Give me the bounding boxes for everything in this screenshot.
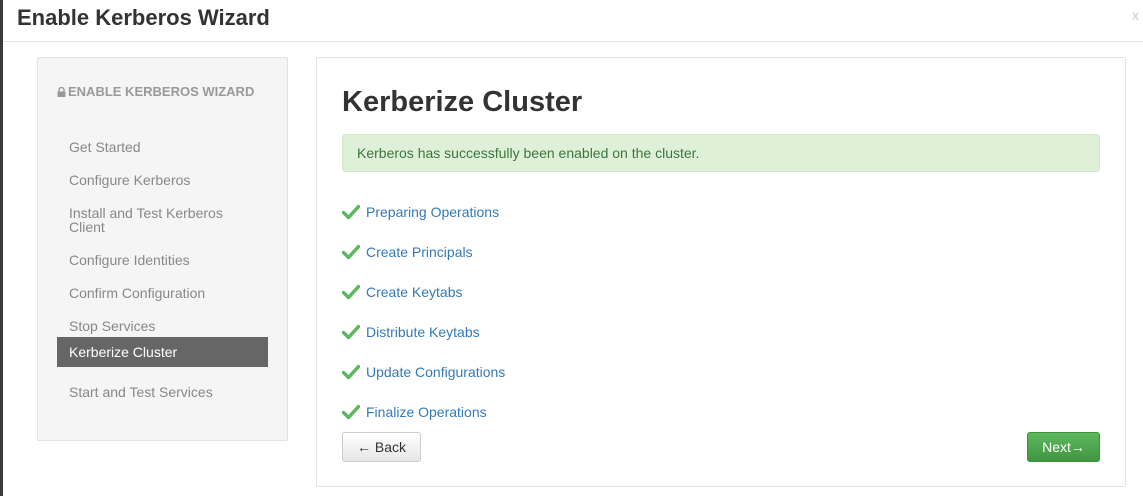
sidebar-item-configure-kerberos[interactable]: Configure Kerberos (57, 165, 268, 195)
task-link-update-configurations[interactable]: Update Configurations (366, 364, 505, 380)
sidebar-item-configure-identities[interactable]: Configure Identities (57, 245, 268, 275)
wizard-sidebar: ENABLE KERBEROS WIZARD Get Started Confi… (37, 57, 288, 441)
modal-header: Enable Kerberos Wizard x (3, 0, 1143, 42)
task-link-create-keytabs[interactable]: Create Keytabs (366, 284, 463, 300)
sidebar-item-kerberize-cluster[interactable]: Kerberize Cluster (57, 337, 268, 367)
sidebar-item-confirm-configuration[interactable]: Confirm Configuration (57, 278, 268, 308)
check-icon (342, 204, 360, 220)
task-row: Create Principals (342, 242, 473, 262)
sidebar-item-start-test-services[interactable]: Start and Test Services (57, 377, 268, 407)
next-button[interactable]: Next→ (1027, 432, 1100, 462)
check-icon (342, 404, 360, 420)
task-row: Distribute Keytabs (342, 322, 480, 342)
task-row: Update Configurations (342, 362, 505, 382)
sidebar-item-get-started[interactable]: Get Started (57, 132, 268, 162)
sidebar-header-label: ENABLE KERBEROS WIZARD (68, 84, 255, 99)
task-link-finalize-operations[interactable]: Finalize Operations (366, 404, 487, 420)
task-link-preparing-operations[interactable]: Preparing Operations (366, 204, 499, 220)
task-link-create-principals[interactable]: Create Principals (366, 244, 473, 260)
background-edge (0, 0, 3, 496)
modal-title: Enable Kerberos Wizard (17, 5, 270, 30)
lock-icon (57, 83, 66, 103)
success-alert: Kerberos has successfully been enabled o… (342, 134, 1100, 172)
task-row: Preparing Operations (342, 202, 499, 222)
task-row: Create Keytabs (342, 282, 463, 302)
back-button[interactable]: ← Back (342, 432, 421, 462)
sidebar-header: ENABLE KERBEROS WIZARD (57, 82, 267, 103)
page-title: Kerberize Cluster (342, 86, 583, 118)
task-link-distribute-keytabs[interactable]: Distribute Keytabs (366, 324, 480, 340)
content-panel: Kerberize Cluster Kerberos has successfu… (316, 57, 1126, 487)
close-button[interactable]: x (1132, 7, 1139, 23)
check-icon (342, 244, 360, 260)
sidebar-item-install-test-client[interactable]: Install and Test Kerberos Client (57, 198, 268, 242)
task-row: Finalize Operations (342, 402, 487, 422)
check-icon (342, 284, 360, 300)
check-icon (342, 364, 360, 380)
check-icon (342, 324, 360, 340)
